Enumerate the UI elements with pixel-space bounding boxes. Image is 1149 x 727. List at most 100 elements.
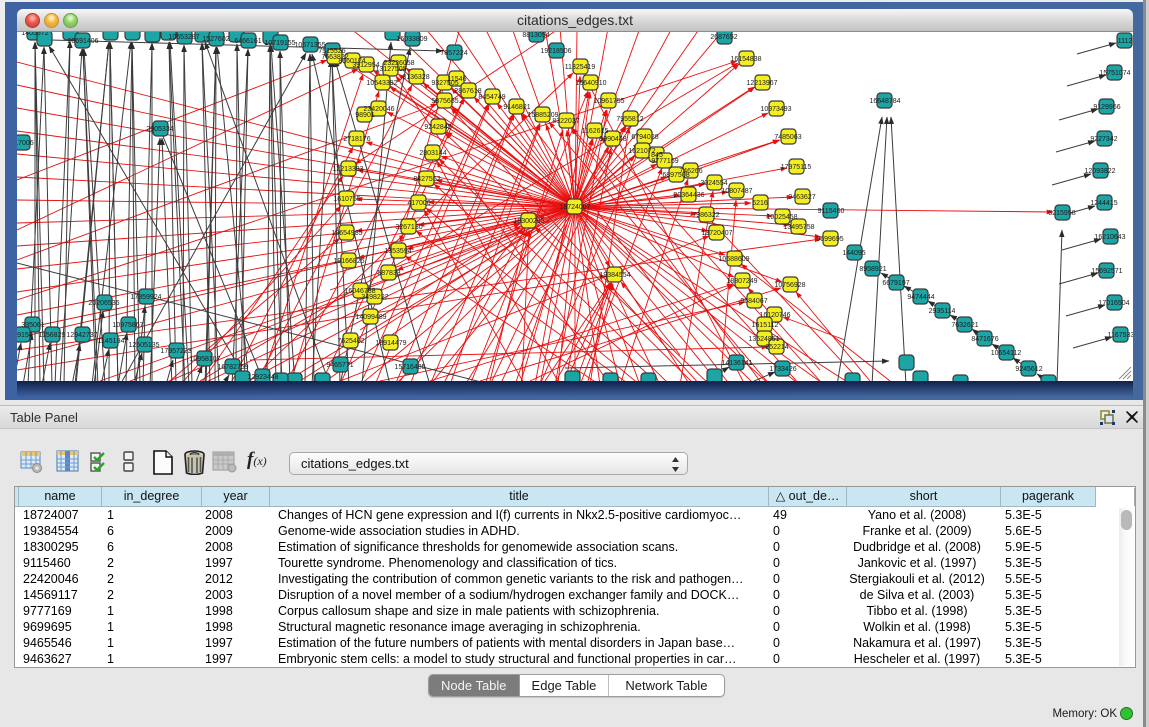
svg-text:20691406: 20691406 bbox=[67, 38, 98, 45]
svg-text:10688609: 10688609 bbox=[718, 256, 749, 263]
svg-text:2718176: 2718176 bbox=[343, 136, 370, 143]
svg-text:13524851: 13524851 bbox=[748, 336, 779, 343]
svg-text:10958107: 10958107 bbox=[189, 356, 220, 363]
svg-text:7625402: 7625402 bbox=[337, 338, 364, 345]
svg-text:16154838: 16154838 bbox=[730, 56, 761, 63]
svg-text:1156829: 1156829 bbox=[39, 332, 66, 339]
svg-text:20364436: 20364436 bbox=[673, 192, 704, 199]
svg-text:10961755: 10961755 bbox=[593, 98, 624, 105]
svg-text:6216: 6216 bbox=[752, 200, 768, 207]
svg-text:18300295: 18300295 bbox=[513, 218, 544, 225]
svg-text:8958921: 8958921 bbox=[859, 266, 886, 273]
svg-text:7955812: 7955812 bbox=[616, 116, 643, 123]
svg-text:1615112: 1615112 bbox=[752, 322, 779, 329]
svg-text:16914479: 16914479 bbox=[375, 340, 406, 347]
svg-text:3267130: 3267130 bbox=[395, 224, 422, 231]
svg-text:7632621: 7632621 bbox=[951, 322, 978, 329]
svg-text:17975115: 17975115 bbox=[781, 164, 812, 171]
svg-text:13127505: 13127505 bbox=[375, 66, 406, 73]
svg-text:8322037: 8322037 bbox=[552, 118, 579, 125]
svg-text:587833: 587833 bbox=[377, 270, 400, 277]
svg-text:19166825: 19166825 bbox=[333, 258, 364, 265]
svg-text:16782759: 16782759 bbox=[217, 364, 248, 371]
svg-text:6679197: 6679197 bbox=[882, 280, 909, 287]
svg-text:1167533: 1167533 bbox=[1108, 332, 1133, 339]
svg-text:2687652: 2687652 bbox=[710, 34, 737, 41]
svg-text:9245612: 9245612 bbox=[1015, 366, 1042, 373]
svg-text:5875685: 5875685 bbox=[431, 98, 458, 105]
svg-text:2803144: 2803144 bbox=[419, 150, 446, 157]
svg-text:1145194: 1145194 bbox=[98, 338, 125, 345]
svg-text:9990448: 9990448 bbox=[599, 136, 626, 143]
svg-text:8136328: 8136328 bbox=[402, 74, 429, 81]
svg-text:16640910: 16640910 bbox=[575, 80, 606, 87]
svg-text:11325419: 11325419 bbox=[565, 64, 596, 71]
svg-text:9777169: 9777169 bbox=[651, 158, 678, 165]
svg-text:9699695: 9699695 bbox=[816, 236, 843, 243]
svg-text:98901: 98901 bbox=[355, 112, 375, 119]
svg-text:1733426: 1733426 bbox=[769, 366, 796, 373]
svg-text:1112: 1112 bbox=[1118, 38, 1133, 45]
svg-text:1353594: 1353594 bbox=[384, 248, 411, 255]
svg-text:9684067: 9684067 bbox=[740, 298, 767, 305]
svg-text:39154: 39154 bbox=[17, 332, 33, 339]
svg-text:9465771: 9465771 bbox=[326, 362, 353, 369]
svg-text:6794028: 6794028 bbox=[631, 134, 658, 141]
svg-text:10653287: 10653287 bbox=[168, 34, 199, 41]
svg-text:1610755: 1610755 bbox=[333, 196, 360, 203]
svg-text:10973493: 10973493 bbox=[760, 106, 791, 113]
svg-text:10807487: 10807487 bbox=[721, 188, 752, 195]
svg-text:335061: 335061 bbox=[21, 322, 44, 329]
svg-text:14099489: 14099489 bbox=[355, 314, 386, 321]
svg-text:9129966: 9129966 bbox=[1093, 104, 1120, 111]
svg-text:16648784: 16648784 bbox=[869, 98, 900, 105]
svg-text:2935114: 2935114 bbox=[929, 308, 956, 315]
svg-text:12505135: 12505135 bbox=[128, 342, 159, 349]
svg-text:18807249: 18807249 bbox=[726, 278, 757, 285]
svg-text:10756928: 10756928 bbox=[774, 282, 805, 289]
svg-text:8454749: 8454749 bbox=[478, 94, 505, 101]
svg-text:16210643: 16210643 bbox=[1094, 234, 1125, 241]
svg-text:10719155: 10719155 bbox=[264, 40, 295, 47]
svg-text:15692571: 15692571 bbox=[1091, 268, 1122, 275]
svg-text:19654985: 19654985 bbox=[331, 230, 362, 237]
svg-text:12093822: 12093822 bbox=[1084, 168, 1115, 175]
svg-text:9474444: 9474444 bbox=[907, 294, 934, 301]
svg-text:3024554: 3024554 bbox=[700, 180, 727, 187]
svg-text:1527602: 1527602 bbox=[202, 36, 229, 43]
svg-text:10975867: 10975867 bbox=[112, 322, 143, 329]
svg-text:12213967: 12213967 bbox=[746, 80, 777, 87]
svg-text:9227342: 9227342 bbox=[1090, 136, 1117, 143]
svg-text:12923448: 12923448 bbox=[247, 374, 278, 381]
svg-text:17957223: 17957223 bbox=[160, 348, 191, 355]
svg-text:12942737: 12942737 bbox=[66, 332, 97, 339]
svg-text:6466161: 6466161 bbox=[234, 38, 261, 45]
svg-text:6897508: 6897508 bbox=[662, 172, 689, 179]
svg-text:20206536: 20206536 bbox=[88, 300, 119, 307]
svg-text:19218506: 19218506 bbox=[540, 48, 571, 55]
svg-text:17359924: 17359924 bbox=[130, 294, 161, 301]
svg-text:144095: 144095 bbox=[842, 250, 865, 257]
svg-text:252214: 252214 bbox=[765, 344, 788, 351]
svg-text:2905334: 2905334 bbox=[146, 126, 173, 133]
svg-text:15751074: 15751074 bbox=[1099, 70, 1130, 77]
svg-text:10654112: 10654112 bbox=[991, 350, 1022, 357]
svg-text:8215958: 8215958 bbox=[1048, 210, 1075, 217]
svg-text:18724007: 18724007 bbox=[559, 204, 590, 211]
svg-text:13495758: 13495758 bbox=[783, 224, 814, 231]
svg-text:8813054: 8813054 bbox=[522, 32, 549, 39]
svg-text:417006: 417006 bbox=[407, 200, 430, 207]
svg-text:19384554: 19384554 bbox=[599, 272, 630, 279]
svg-text:10543392: 10543392 bbox=[366, 80, 397, 87]
svg-text:1244415: 1244415 bbox=[1090, 200, 1117, 207]
svg-text:3498222: 3498222 bbox=[361, 294, 388, 301]
svg-text:11546: 11546 bbox=[448, 76, 467, 83]
svg-text:10025458: 10025458 bbox=[766, 214, 797, 221]
svg-text:8471676: 8471676 bbox=[971, 336, 998, 343]
svg-text:12213383: 12213383 bbox=[332, 166, 363, 173]
svg-text:7857224: 7857224 bbox=[440, 50, 467, 57]
svg-text:9242845: 9242845 bbox=[424, 124, 451, 131]
svg-text:14136141: 14136141 bbox=[721, 360, 752, 367]
svg-text:13720407: 13720407 bbox=[701, 230, 732, 237]
svg-text:9146821: 9146821 bbox=[503, 104, 530, 111]
